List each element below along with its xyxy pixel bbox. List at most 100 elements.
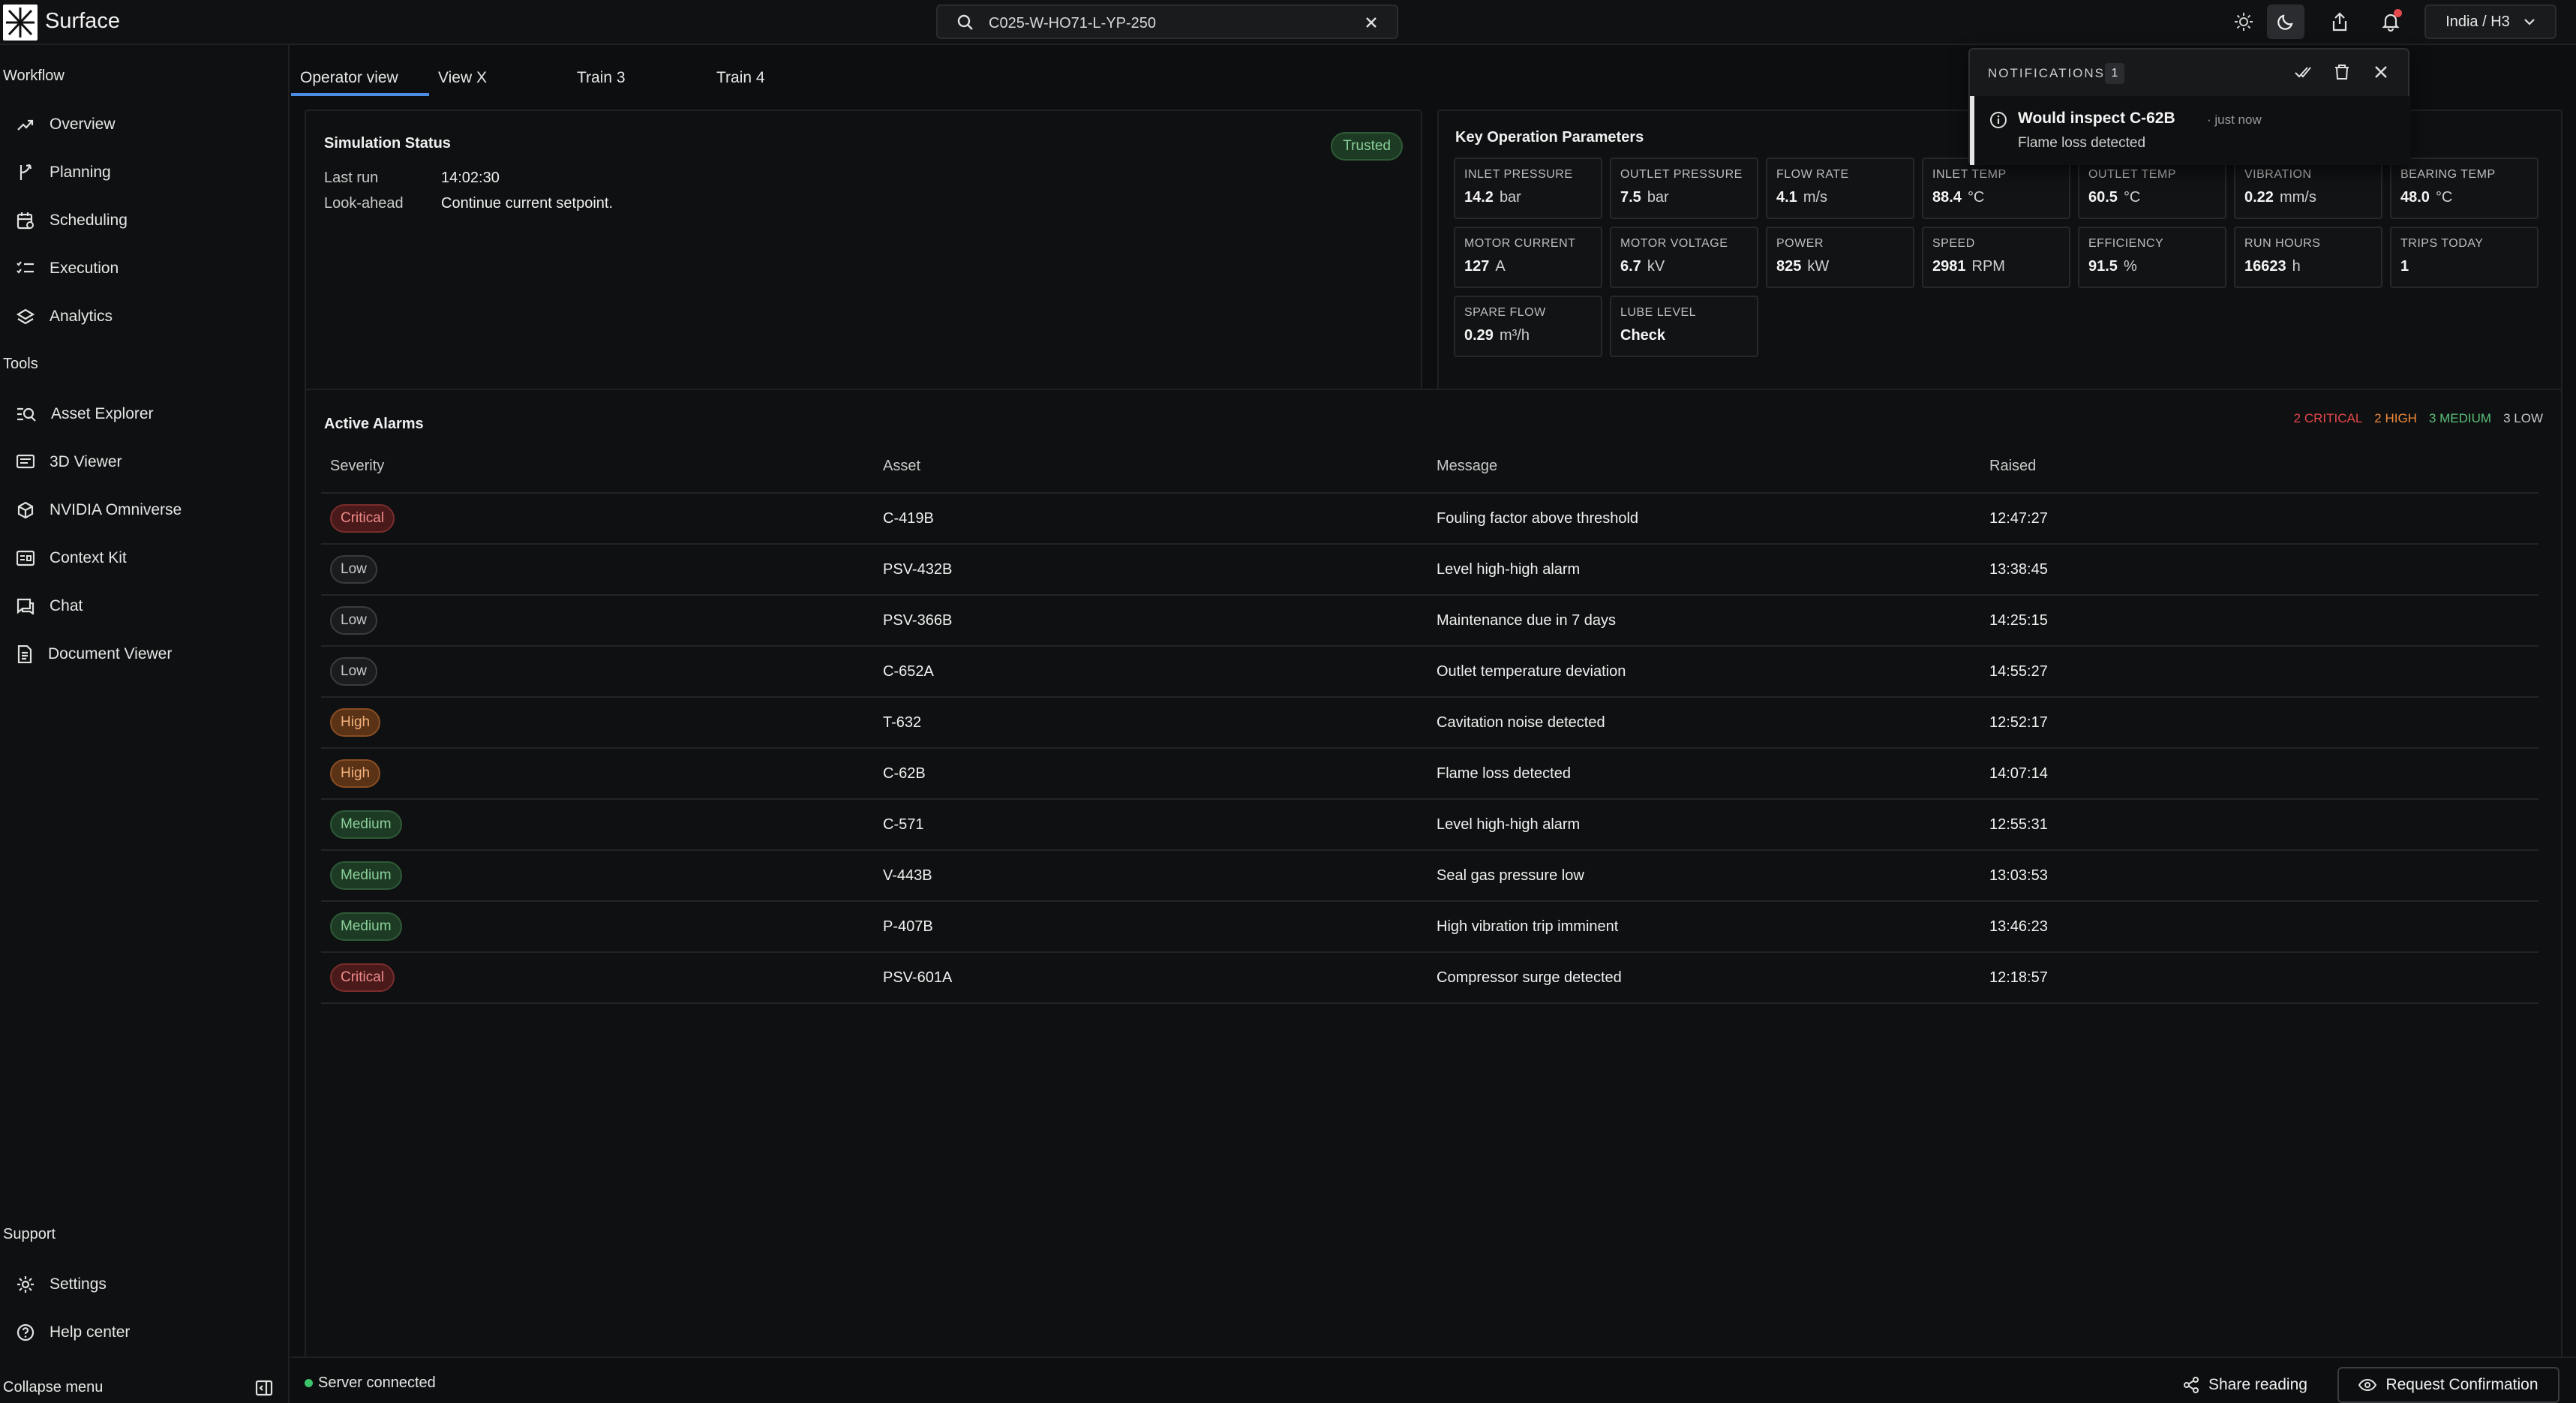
- param-value: Check: [1620, 327, 1666, 344]
- asset-cell: PSV-601A: [883, 969, 953, 986]
- asset-cell: PSV-432B: [883, 561, 953, 578]
- monitor-icon: [17, 454, 35, 469]
- parameter-grid: INLET PRESSURE 14.2 bar OUTLET PRESSURE 7.5…: [1454, 158, 2538, 357]
- sidebar-item-overview[interactable]: Overview: [17, 108, 116, 141]
- clear-all-icon[interactable]: [2333, 63, 2351, 81]
- param-unit: %: [2123, 258, 2137, 275]
- message-cell: High vibration trip imminent: [1437, 918, 1619, 935]
- sidebar-item-3d-viewer[interactable]: 3D Viewer: [17, 446, 122, 479]
- param-label: BEARING TEMP: [2400, 168, 2496, 181]
- sidebar-item-asset-explorer[interactable]: Asset Explorer: [17, 398, 154, 431]
- table-row[interactable]: High T-632 Cavitation noise detected 12:52:…: [321, 696, 2538, 747]
- param-card: OUTLET PRESSURE 7.5 bar: [1610, 158, 1758, 219]
- column-header-message[interactable]: Message: [1437, 458, 1497, 475]
- tab-train-3[interactable]: Train 3: [577, 60, 626, 96]
- calendar-icon: [17, 212, 34, 230]
- trend-icon: [17, 119, 34, 131]
- close-icon[interactable]: [2372, 63, 2390, 81]
- table-row[interactable]: High C-62B Flame loss detected 14:07:14: [321, 747, 2538, 798]
- asset-cell: PSV-366B: [883, 612, 953, 629]
- collapse-menu-label[interactable]: Collapse menu: [3, 1379, 103, 1396]
- param-card: RUN HOURS 16623 h: [2234, 227, 2382, 288]
- search-input[interactable]: C025-W-HO71-L-YP-250: [936, 5, 1398, 39]
- sidebar-item-label: Document Viewer: [48, 645, 173, 662]
- column-header-raised[interactable]: Raised: [1989, 458, 2036, 475]
- table-row[interactable]: Low C-652A Outlet temperature deviation 14:…: [321, 645, 2538, 696]
- search-list-icon: [17, 407, 36, 422]
- tab-operator-view[interactable]: Operator view: [291, 60, 429, 96]
- eye-icon: [2358, 1378, 2377, 1392]
- param-label: EFFICIENCY: [2088, 237, 2164, 250]
- param-card: SPEED 2981 RPM: [1922, 227, 2070, 288]
- sidebar-item-settings[interactable]: Settings: [17, 1268, 107, 1301]
- sidebar: Workflow Overview Planning Scheduling Ex…: [0, 45, 290, 1403]
- sidebar-item-help-center[interactable]: Help center: [17, 1316, 130, 1349]
- list-check-icon: [17, 261, 34, 274]
- asset-cell: T-632: [883, 714, 922, 731]
- table-row[interactable]: Critical C-419B Fouling factor above thres…: [321, 492, 2538, 543]
- dark-mode-button[interactable]: [2267, 5, 2304, 39]
- param-unit: kW: [1807, 258, 1830, 275]
- last-run-label: Last run: [324, 170, 379, 186]
- sidebar-item-nvidia-omniverse[interactable]: NVIDIA Omniverse: [17, 494, 182, 527]
- table-bottom-border: [321, 1002, 2538, 1004]
- sidebar-item-context-kit[interactable]: Context Kit: [17, 542, 127, 575]
- table-row[interactable]: Medium V-443B Seal gas pressure low 13:03:5…: [321, 849, 2538, 900]
- param-value: 6.7: [1620, 258, 1641, 275]
- param-label: MOTOR VOLTAGE: [1620, 237, 1728, 250]
- sidebar-item-analytics[interactable]: Analytics: [17, 300, 113, 333]
- request-confirmation-label: Request Confirmation: [2385, 1376, 2538, 1393]
- param-label: POWER: [1776, 237, 1824, 250]
- request-confirmation-button[interactable]: Request Confirmation: [2337, 1367, 2559, 1403]
- export-button[interactable]: [2321, 5, 2358, 39]
- param-label: INLET TEMP: [1932, 168, 2007, 181]
- light-mode-button[interactable]: [2225, 5, 2262, 39]
- region-select[interactable]: India / H3: [2424, 5, 2556, 39]
- info-icon: [1990, 112, 2007, 128]
- table-row[interactable]: Low PSV-432B Level high-high alarm 13:38:45: [321, 543, 2538, 594]
- table-row[interactable]: Medium C-571 Level high-high alarm 12:55:31: [321, 798, 2538, 849]
- tab-train-4[interactable]: Train 4: [716, 60, 765, 96]
- notifications-button[interactable]: [2372, 5, 2409, 39]
- tab-view-x[interactable]: View X: [438, 60, 487, 96]
- sidebar-collapse-icon[interactable]: [255, 1379, 273, 1397]
- alarm-legend: 2 CRITICAL 2 HIGH 3 MEDIUM 3 LOW: [2294, 411, 2543, 426]
- sidebar-item-document-viewer[interactable]: Document Viewer: [17, 638, 172, 671]
- param-value: 7.5: [1620, 189, 1641, 206]
- param-label: FLOW RATE: [1776, 168, 1849, 181]
- legend-low: 3 LOW: [2503, 411, 2543, 425]
- app-name: Surface: [45, 9, 120, 33]
- param-unit: bar: [1499, 189, 1521, 206]
- sidebar-item-chat[interactable]: Chat: [17, 590, 83, 623]
- table-row[interactable]: Low PSV-366B Maintenance due in 7 days 14:2…: [321, 594, 2538, 645]
- asset-cell: P-407B: [883, 918, 933, 935]
- search-value[interactable]: C025-W-HO71-L-YP-250: [989, 15, 1156, 32]
- sidebar-item-scheduling[interactable]: Scheduling: [17, 204, 128, 237]
- table-row[interactable]: Critical PSV-601A Compressor surge detecte…: [321, 951, 2538, 1002]
- param-label: VIBRATION: [2244, 168, 2312, 181]
- sidebar-item-planning[interactable]: Planning: [17, 156, 111, 189]
- logo-icon: [6, 8, 35, 38]
- notification-item[interactable]: Would inspect C-62B · just now Flame los…: [1970, 96, 2411, 165]
- table-row[interactable]: Medium P-407B High vibration trip imminent…: [321, 900, 2538, 951]
- legend-high: 2 HIGH: [2374, 411, 2417, 425]
- clear-search-icon[interactable]: [1364, 15, 1379, 30]
- sidebar-item-execution[interactable]: Execution: [17, 252, 119, 285]
- share-reading-button[interactable]: Share reading: [2183, 1370, 2307, 1400]
- param-unit: A: [1495, 258, 1506, 275]
- mark-all-read-icon[interactable]: [2294, 63, 2312, 81]
- column-header-asset[interactable]: Asset: [883, 458, 920, 475]
- status-bar: Server connected Share reading Request C…: [291, 1356, 2576, 1403]
- raised-cell: 14:25:15: [1989, 612, 2048, 629]
- message-cell: Compressor surge detected: [1437, 969, 1622, 986]
- severity-badge: Low: [330, 657, 377, 686]
- severity-cell: Low: [330, 657, 377, 686]
- app-logo[interactable]: [3, 5, 38, 41]
- column-header-severity[interactable]: Severity: [330, 458, 384, 475]
- key-parameters-title: Key Operation Parameters: [1455, 129, 1644, 146]
- sidebar-item-label: Scheduling: [50, 212, 128, 229]
- alarm-table-header: Severity Asset Message Raised: [321, 458, 2538, 485]
- param-card: LUBE LEVEL Check: [1610, 296, 1758, 357]
- legend-critical: 2 CRITICAL: [2293, 411, 2363, 425]
- search-icon: [957, 14, 973, 30]
